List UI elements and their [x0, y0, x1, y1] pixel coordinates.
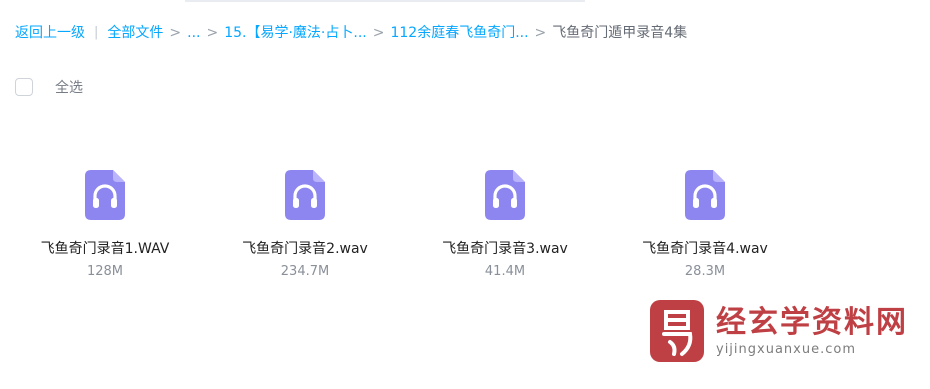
select-all-label: 全选 — [55, 80, 83, 96]
chevron-right-icon: > — [169, 25, 182, 41]
audio-file-icon[interactable] — [283, 168, 327, 222]
file-item[interactable]: 飞鱼奇门录音1.WAV 128M — [30, 168, 180, 279]
watermark-title: 经玄学资料网 — [716, 304, 908, 340]
back-link[interactable]: 返回上一级 — [15, 23, 85, 43]
breadcrumb: 返回上一级 | 全部文件 > ... > 15.【易学·魔法·占卜... > 1… — [15, 23, 687, 43]
breadcrumb-current: 飞鱼奇门遁甲录音4集 — [552, 25, 688, 41]
file-item[interactable]: 飞鱼奇门录音3.wav 41.4M — [430, 168, 580, 279]
audio-file-icon[interactable] — [683, 168, 727, 222]
audio-file-icon[interactable] — [83, 168, 127, 222]
watermark: 经玄学资料网 yijingxuanxue.com — [648, 298, 910, 364]
select-all-checkbox[interactable] — [15, 78, 33, 96]
file-item[interactable]: 飞鱼奇门录音2.wav 234.7M — [230, 168, 380, 279]
audio-file-icon[interactable] — [483, 168, 527, 222]
file-name[interactable]: 飞鱼奇门录音2.wav — [235, 240, 375, 259]
chevron-right-icon: > — [372, 25, 385, 41]
watermark-text: 经玄学资料网 yijingxuanxue.com — [716, 304, 908, 357]
watermark-url: yijingxuanxue.com — [716, 341, 856, 357]
breadcrumb-folder-15[interactable]: 15.【易学·魔法·占卜... — [224, 23, 367, 43]
file-size: 41.4M — [484, 264, 526, 279]
file-size: 234.7M — [280, 264, 330, 279]
file-size: 128M — [86, 264, 124, 279]
select-all[interactable]: 全选 — [15, 77, 83, 97]
file-name[interactable]: 飞鱼奇门录音3.wav — [435, 240, 575, 259]
top-divider — [185, 0, 585, 2]
breadcrumb-folder-112[interactable]: 112余庭春飞鱼奇门... — [390, 23, 528, 43]
breadcrumb-divider: | — [94, 25, 99, 40]
chevron-right-icon: > — [534, 25, 547, 41]
file-name[interactable]: 飞鱼奇门录音1.WAV — [35, 240, 175, 259]
file-size: 28.3M — [684, 264, 726, 279]
file-name[interactable]: 飞鱼奇门录音4.wav — [635, 240, 775, 259]
seal-logo-icon — [650, 300, 704, 362]
chevron-right-icon: > — [206, 25, 219, 41]
file-item[interactable]: 飞鱼奇门录音4.wav 28.3M — [630, 168, 780, 279]
breadcrumb-root[interactable]: 全部文件 — [107, 23, 163, 43]
breadcrumb-ellipsis[interactable]: ... — [187, 23, 200, 43]
